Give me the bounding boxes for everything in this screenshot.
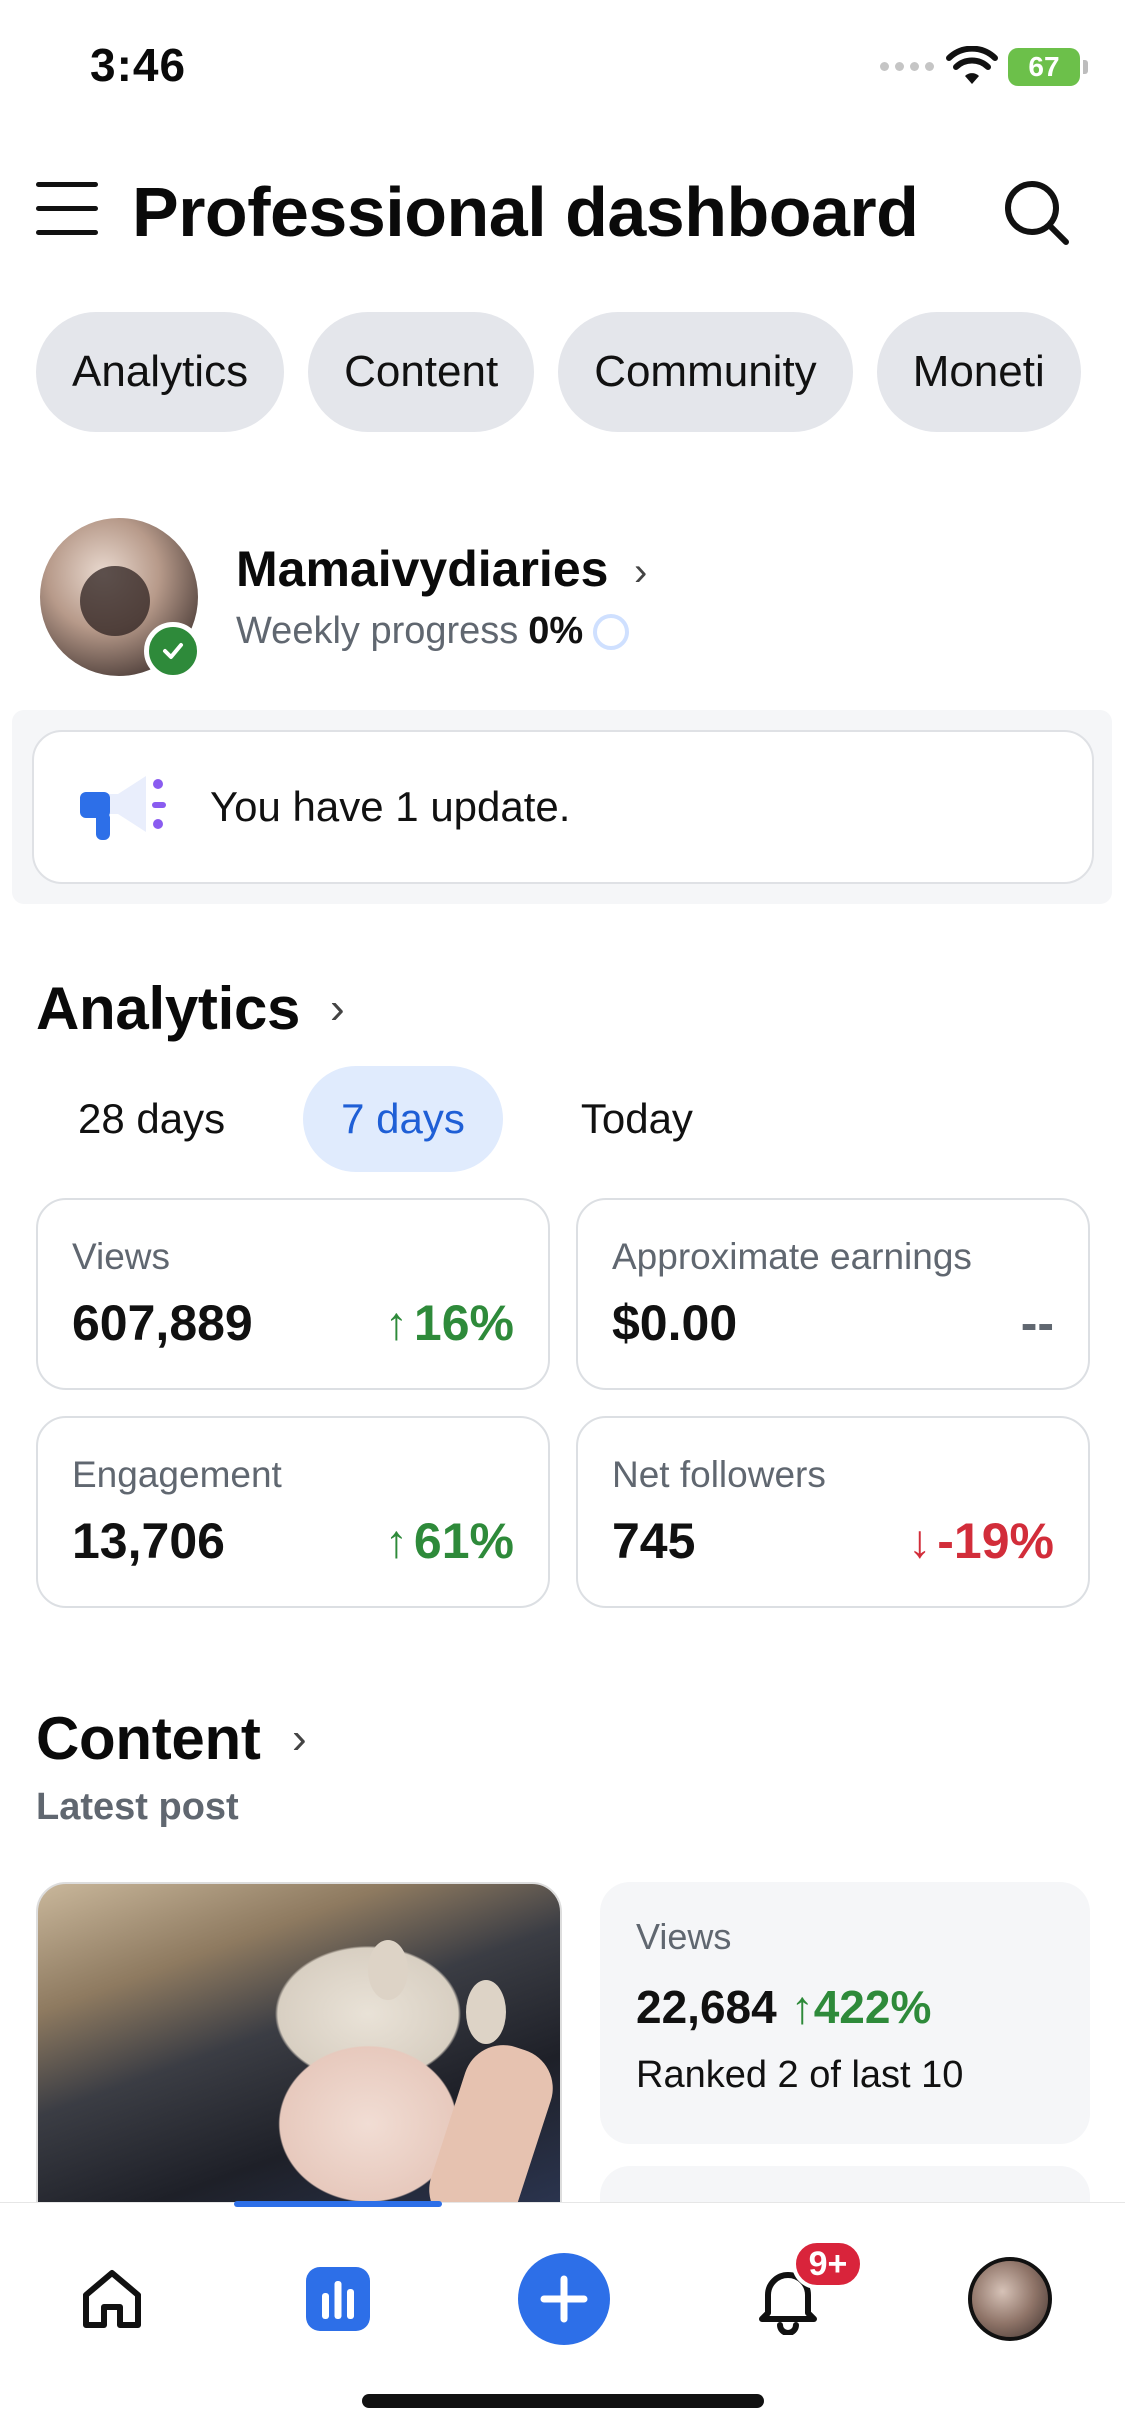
stat-value: 607,889 [72, 1295, 253, 1351]
update-banner-area: You have 1 update. [12, 710, 1112, 904]
latest-post-label: Latest post [36, 1786, 239, 1828]
stat-label: Engagement [72, 1454, 282, 1495]
latest-post-stats-card[interactable]: Views 22,684 ↑422% Ranked 2 of last 10 [600, 1882, 1090, 2144]
stat-delta-value: -- [1020, 1295, 1054, 1351]
stat-card-net-followers[interactable]: Net followers 745 ↓ -19% [576, 1416, 1090, 1608]
stat-card-engagement[interactable]: Engagement 13,706 ↑ 61% [36, 1416, 550, 1608]
battery-level: 67 [1028, 51, 1060, 82]
notification-badge: 9+ [792, 2239, 864, 2289]
stat-delta-value: 61% [413, 1513, 514, 1569]
stat-delta: -- [1021, 1294, 1054, 1352]
status-bar: 3:46 67 [0, 0, 1125, 140]
header: Professional dashboard [0, 160, 1125, 260]
tab-community[interactable]: Community [558, 312, 853, 432]
create-icon [518, 2253, 610, 2345]
range-7-days[interactable]: 7 days [303, 1066, 503, 1172]
profile-avatar [968, 2257, 1052, 2341]
profile-name: Mamaivydiaries [236, 541, 609, 597]
menu-icon[interactable] [36, 182, 98, 238]
stat-delta: ↑ 61% [385, 1512, 514, 1570]
stat-value: 745 [612, 1513, 696, 1569]
chevron-right-icon[interactable]: › [330, 984, 345, 1034]
nav-notifications[interactable]: 9+ [740, 2239, 864, 2347]
chevron-right-icon: › [634, 550, 648, 594]
stat-label: Views [72, 1236, 171, 1277]
arrow-up-icon: ↑ [384, 1297, 408, 1349]
stat-value: 13,706 [72, 1513, 225, 1569]
progress-label: Weekly progress [236, 610, 519, 652]
cellular-signal-icon [880, 62, 934, 71]
tab-analytics[interactable]: Analytics [36, 312, 285, 432]
progress-value: 0% [528, 610, 584, 652]
search-icon[interactable] [1000, 176, 1072, 248]
status-time: 3:46 [90, 39, 187, 91]
post-views-label: Views [636, 1916, 732, 1957]
arrow-down-icon: ↓ [908, 1515, 932, 1567]
tab-monetization[interactable]: Moneti [876, 312, 1081, 432]
content-title[interactable]: Content [36, 1704, 261, 1773]
analytics-icon [306, 2267, 370, 2331]
stat-delta-value: -19% [937, 1513, 1054, 1569]
battery-icon: 67 [1008, 48, 1088, 86]
tab-bar: Analytics Content Community Moneti [36, 312, 1081, 432]
stat-label: Approximate earnings [612, 1236, 972, 1277]
date-range-selector: 28 days 7 days Today [40, 1066, 731, 1172]
chevron-right-icon[interactable]: › [292, 1714, 307, 1764]
stat-value: $0.00 [612, 1295, 738, 1351]
nav-create[interactable] [516, 2251, 612, 2347]
weekly-progress: Weekly progress 0% [236, 610, 630, 653]
analytics-title[interactable]: Analytics [36, 974, 300, 1043]
arrow-up-icon: ↑ [384, 1515, 408, 1567]
stat-delta: ↓ -19% [908, 1512, 1054, 1570]
stat-delta: ↑ 16% [385, 1294, 514, 1352]
latest-post-thumbnail[interactable] [36, 1882, 562, 2212]
stat-card-views[interactable]: Views 607,889 ↑ 16% [36, 1198, 550, 1390]
range-today[interactable]: Today [543, 1066, 731, 1172]
nav-analytics[interactable] [290, 2251, 386, 2347]
verified-check-icon [144, 622, 202, 680]
analytics-stats-grid: Views 607,889 ↑ 16% Approximate earnings … [36, 1198, 1090, 1608]
wifi-icon [946, 46, 998, 84]
stat-delta-value: 16% [413, 1295, 514, 1351]
stat-label: Net followers [612, 1454, 826, 1495]
home-icon [83, 2270, 141, 2328]
megaphone-icon [80, 776, 166, 840]
post-rank: Ranked 2 of last 10 [636, 2054, 964, 2096]
update-card[interactable]: You have 1 update. [32, 730, 1094, 884]
post-views-delta: ↑422% [790, 1981, 932, 2033]
range-28-days[interactable]: 28 days [40, 1066, 263, 1172]
progress-ring-icon [593, 613, 630, 650]
stat-card-earnings[interactable]: Approximate earnings $0.00 -- [576, 1198, 1090, 1390]
post-views-value: 22,684 [636, 1981, 777, 2033]
nav-profile[interactable] [962, 2251, 1058, 2347]
profile-summary[interactable]: Mamaivydiaries › Weekly progress 0% [40, 518, 1080, 680]
home-indicator [362, 2394, 764, 2408]
active-tab-indicator [234, 2201, 442, 2207]
page-title: Professional dashboard [132, 173, 919, 251]
update-text: You have 1 update. [210, 783, 571, 830]
nav-home[interactable] [64, 2251, 160, 2347]
tab-content[interactable]: Content [308, 312, 535, 432]
post-views-delta-value: 422% [813, 1981, 932, 2033]
